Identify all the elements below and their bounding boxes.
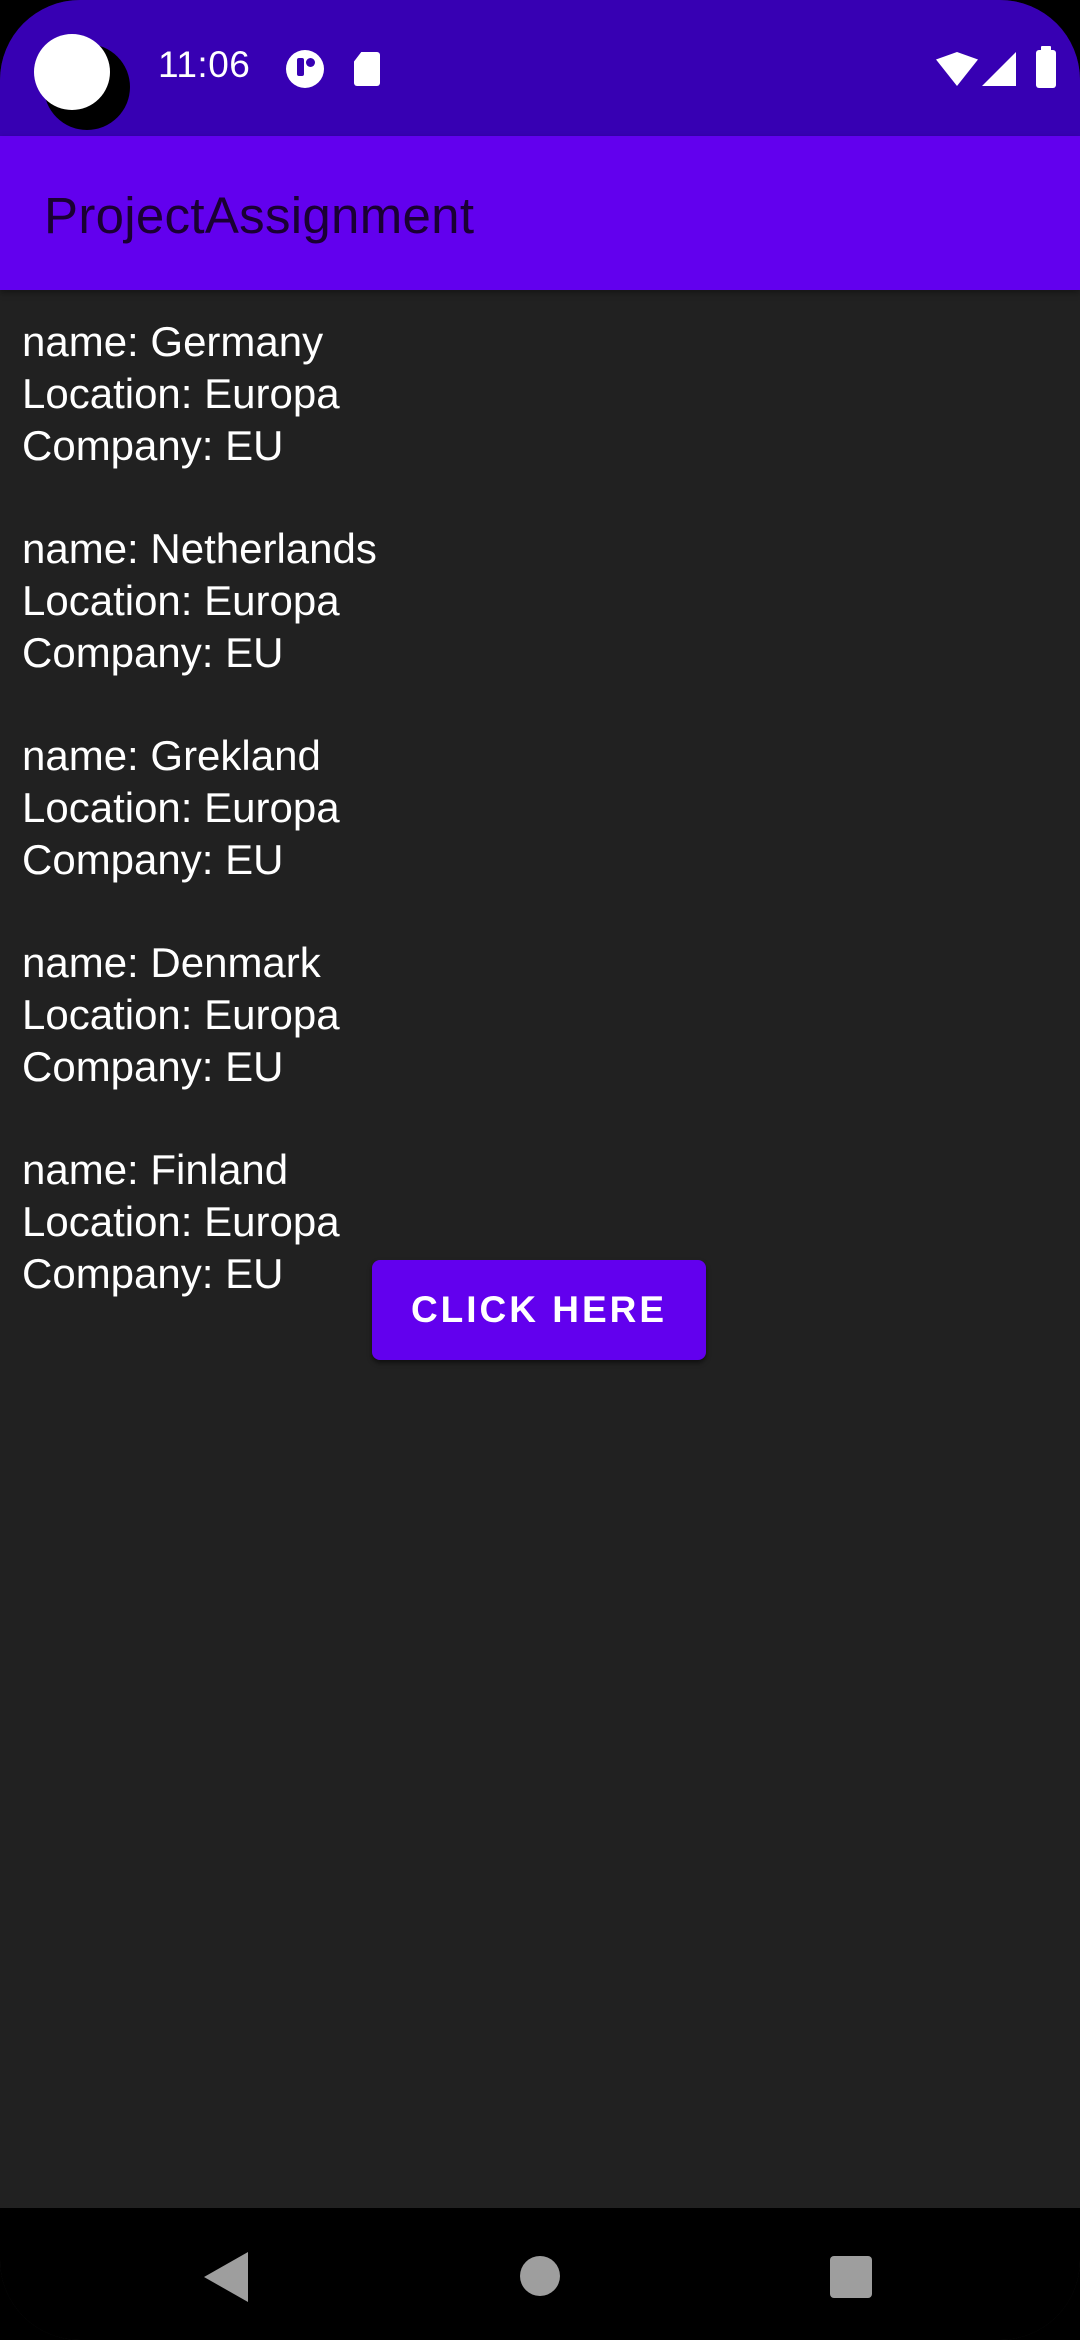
- app-bar: ProjectAssignment: [0, 136, 1080, 290]
- list-item: name: Germany Location: Europa Company: …: [22, 316, 1062, 472]
- navigation-bar: [0, 2208, 1080, 2340]
- record-company: Company: EU: [22, 629, 284, 676]
- camera-cutout: [34, 34, 110, 110]
- status-bar: 11:06: [0, 0, 1080, 136]
- status-time: 11:06: [158, 44, 251, 85]
- record-company: Company: EU: [22, 422, 284, 469]
- recents-icon[interactable]: [830, 2256, 872, 2298]
- record-location: Location: Europa: [22, 1198, 340, 1245]
- record-name: name: Grekland: [22, 732, 321, 779]
- click-here-button[interactable]: CLICK HERE: [372, 1260, 706, 1360]
- app-title: ProjectAssignment: [44, 187, 475, 244]
- record-name: name: Finland: [22, 1146, 289, 1193]
- list-item: name: Denmark Location: Europa Company: …: [22, 937, 1062, 1093]
- back-icon[interactable]: [204, 2252, 248, 2302]
- record-list: name: Germany Location: Europa Company: …: [22, 316, 1062, 1351]
- home-icon[interactable]: [520, 2256, 560, 2296]
- record-company: Company: EU: [22, 836, 284, 883]
- record-name: name: Denmark: [22, 939, 321, 986]
- record-location: Location: Europa: [22, 991, 340, 1038]
- sd-card-icon: [354, 52, 380, 86]
- list-item: name: Grekland Location: Europa Company:…: [22, 730, 1062, 886]
- wifi-icon: [936, 52, 978, 86]
- record-location: Location: Europa: [22, 784, 340, 831]
- record-location: Location: Europa: [22, 370, 340, 417]
- notification-app-icon: [286, 50, 324, 88]
- signal-icon: [982, 52, 1016, 86]
- list-item: name: Netherlands Location: Europa Compa…: [22, 523, 1062, 679]
- record-name: name: Germany: [22, 318, 324, 365]
- record-name: name: Netherlands: [22, 525, 377, 572]
- battery-icon: [1036, 46, 1056, 88]
- record-location: Location: Europa: [22, 577, 340, 624]
- record-company: Company: EU: [22, 1043, 284, 1090]
- app-screen: 11:06 ProjectAssignment name: Germany Lo…: [0, 0, 1080, 2340]
